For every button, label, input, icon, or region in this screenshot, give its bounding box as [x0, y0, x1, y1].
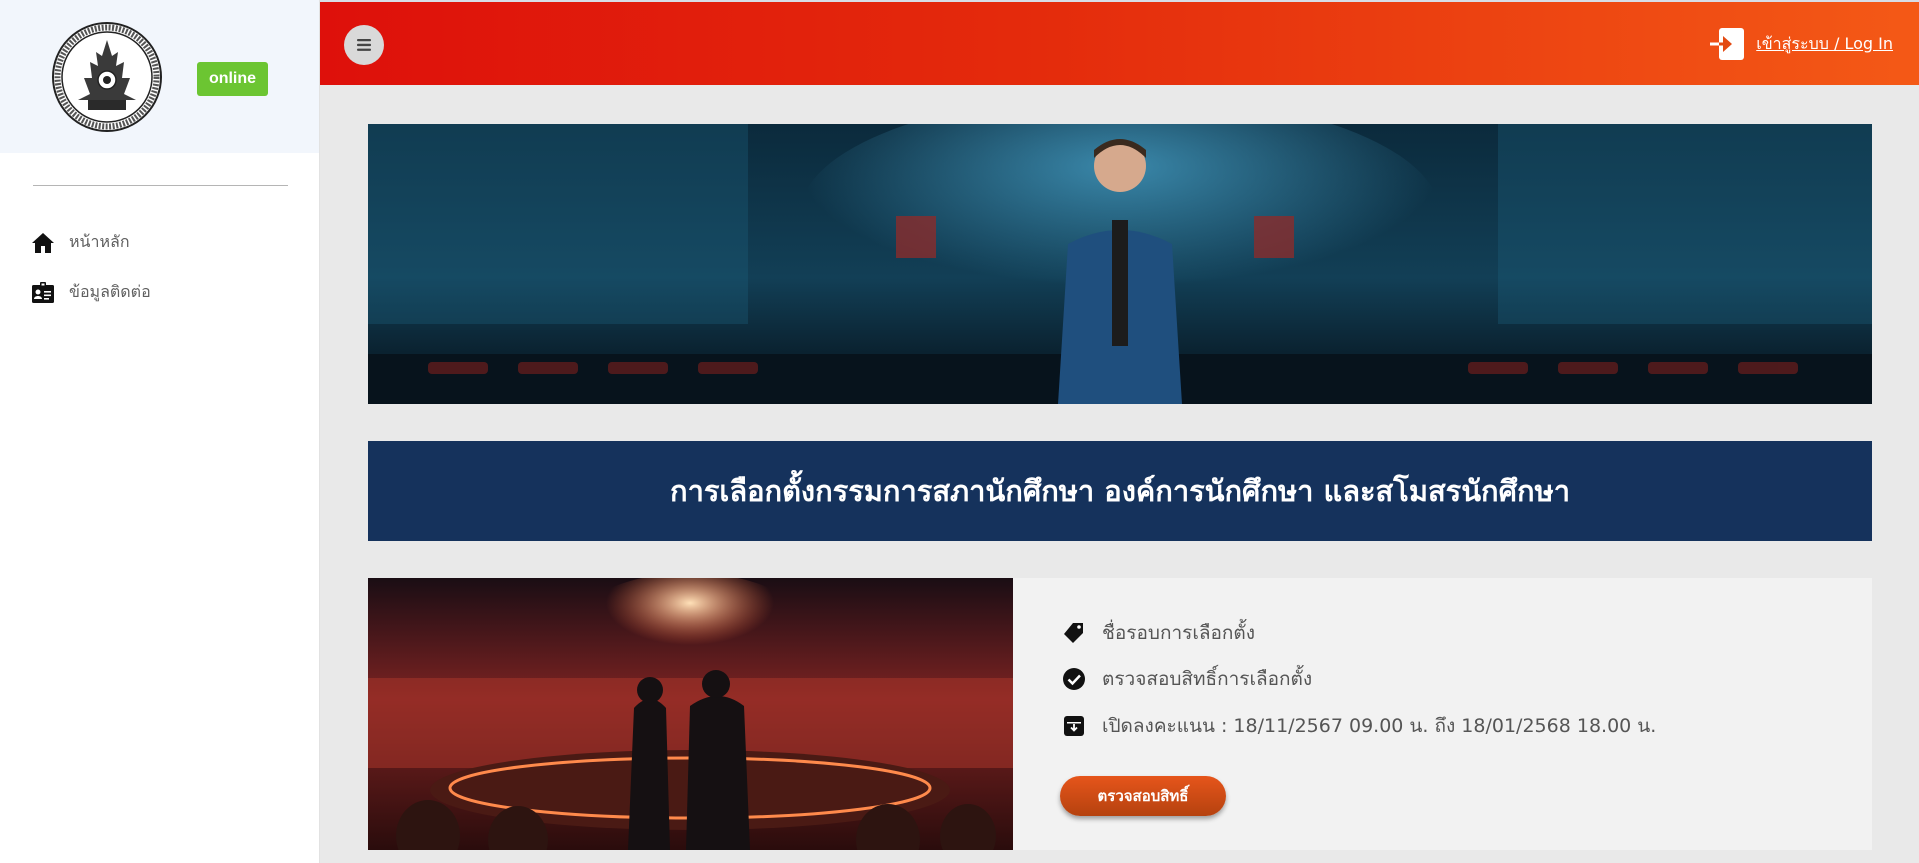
election-title-banner: การเลือกตั้งกรรมการสภานักศึกษา องค์การนั… — [368, 441, 1872, 541]
login-link-label: เข้าสู่ระบบ / Log In — [1756, 33, 1893, 53]
check-rights-label: ตรวจสอบสิทธิ์การเลือกตั้ง — [1102, 668, 1313, 690]
university-seal-logo — [52, 22, 162, 132]
contact-card-icon — [32, 281, 54, 303]
round-name-row: ชื่อรอบการเลือกตั้ง — [1062, 618, 1255, 648]
login-link[interactable]: เข้าสู่ระบบ / Log In — [1710, 28, 1893, 60]
sidebar-item-label: ข้อมูลติดต่อ — [69, 282, 151, 301]
home-icon — [32, 232, 54, 253]
menu-toggle-button[interactable] — [344, 25, 384, 65]
sidebar-divider — [33, 185, 288, 186]
round-name-label: ชื่อรอบการเลือกตั้ง — [1102, 622, 1256, 644]
election-card-image — [368, 578, 1013, 850]
sidebar: online หน้าหลัก ข้อมูลติดต่อ — [0, 0, 320, 863]
tag-icon — [1064, 623, 1083, 643]
hero-banner-illustration — [368, 124, 1872, 404]
sidebar-item-contact[interactable]: ข้อมูลติดต่อ — [31, 280, 151, 305]
sidebar-item-home[interactable]: หน้าหลัก — [31, 230, 130, 255]
archive-box-icon — [1064, 716, 1084, 736]
election-round-card: ชื่อรอบการเลือกตั้ง ตรวจสอบสิทธิ์การเลือ… — [368, 578, 1872, 850]
sidebar-header: online — [0, 0, 319, 153]
sidebar-item-label: หน้าหลัก — [69, 232, 130, 251]
check-rights-row: ตรวจสอบสิทธิ์การเลือกตั้ง — [1062, 664, 1312, 694]
online-status-badge: online — [197, 62, 268, 96]
hero-banner-image — [368, 124, 1872, 404]
page-title: การเลือกตั้งกรรมการสภานักศึกษา องค์การนั… — [670, 474, 1570, 508]
arena-audience-illustration — [368, 578, 1013, 850]
check-rights-button[interactable]: ตรวจสอบสิทธิ์ — [1060, 776, 1226, 816]
voting-period-row: เปิดลงคะแนน : 18/11/2567 09.00 น. ถึง 18… — [1062, 711, 1656, 741]
hamburger-menu-icon — [357, 39, 371, 51]
voting-period-text: เปิดลงคะแนน : 18/11/2567 09.00 น. ถึง 18… — [1102, 715, 1657, 737]
sign-in-icon — [1710, 28, 1745, 60]
top-header-bar: เข้าสู่ระบบ / Log In — [320, 2, 1919, 85]
check-circle-icon — [1063, 668, 1085, 690]
